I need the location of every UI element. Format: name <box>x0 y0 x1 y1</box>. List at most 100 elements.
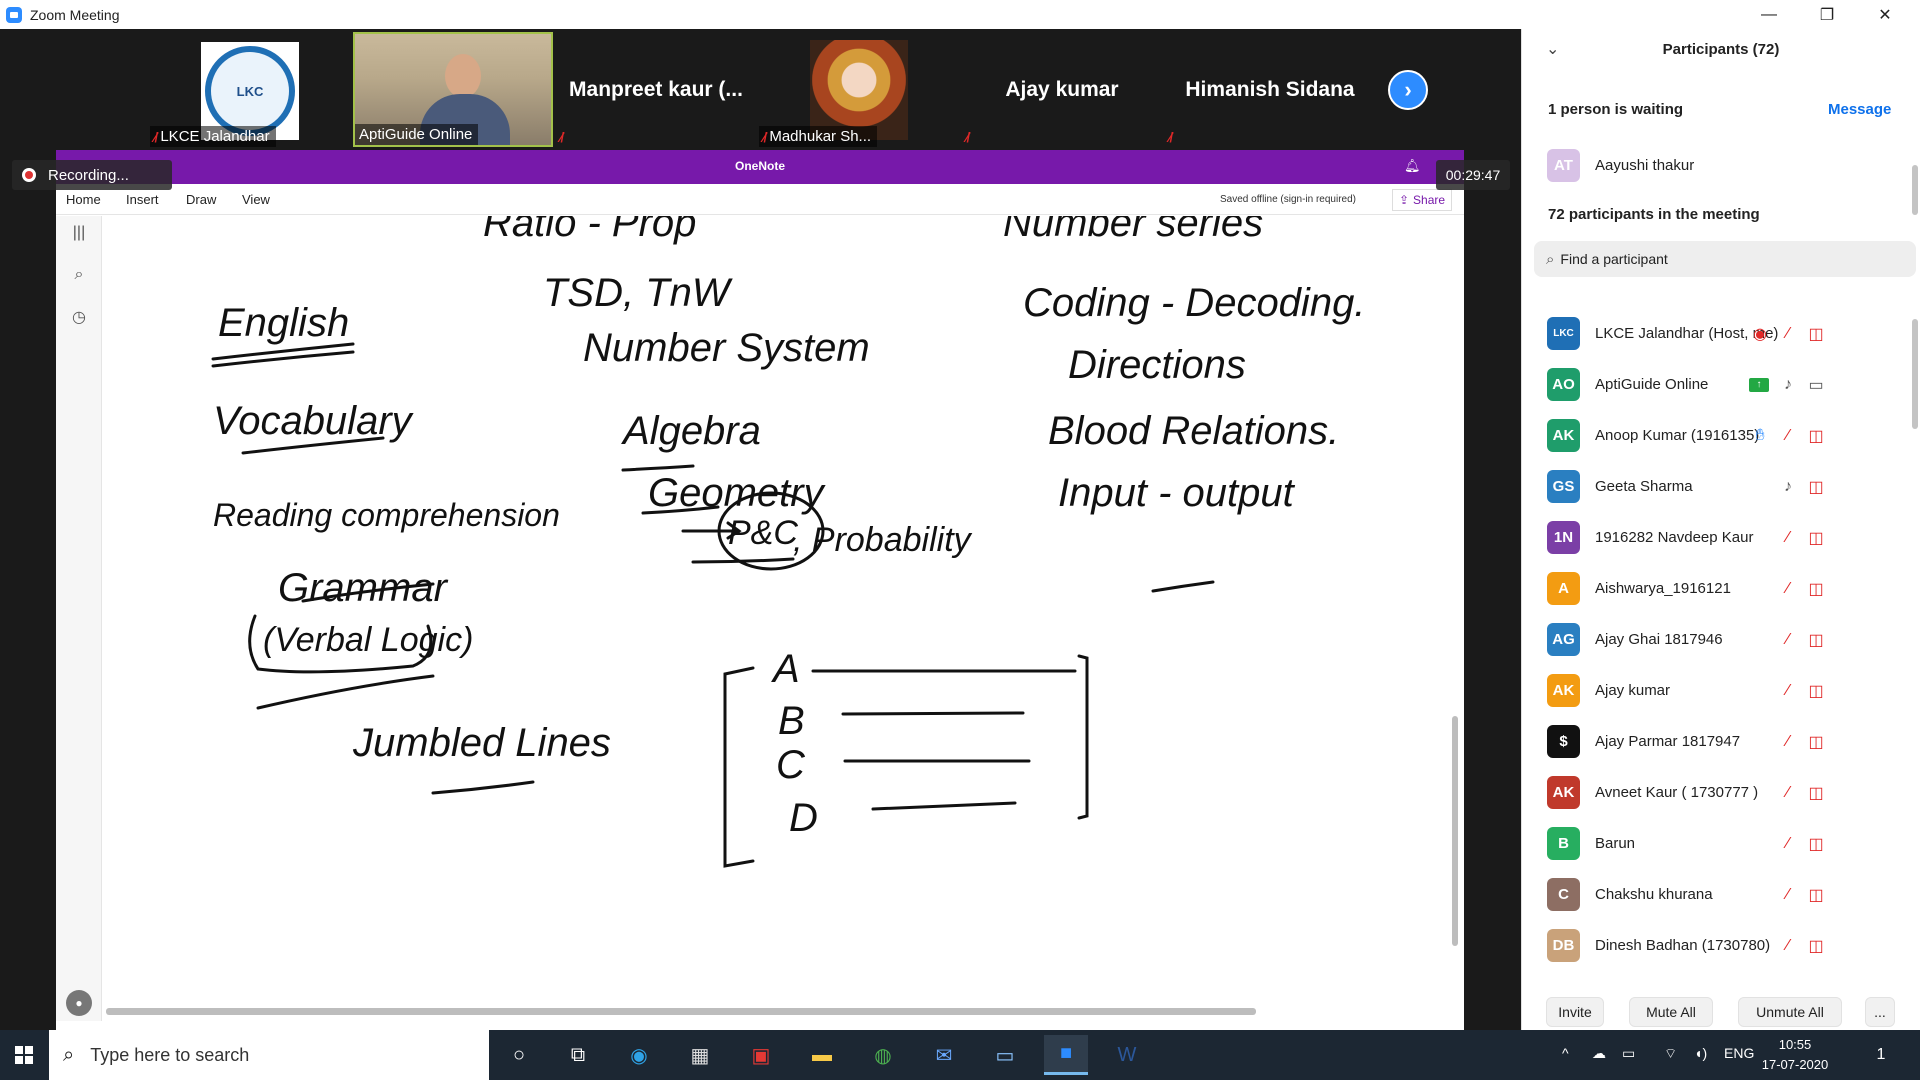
participant-row[interactable]: $ Ajay Parmar 1817947 ⁄ ◫ <box>1522 716 1914 767</box>
video-off-icon[interactable]: ◫ <box>1805 833 1827 855</box>
participant-row[interactable]: AO AptiGuide Online ↑ ♪ ▭ <box>1522 359 1914 410</box>
video-off-icon[interactable]: ◫ <box>1805 476 1827 498</box>
mic-muted-icon[interactable]: ⁄ <box>1777 833 1799 855</box>
participant-row[interactable]: AK Anoop Kumar (1916135) ✋︎ ⁄ ◫ <box>1522 410 1914 461</box>
video-off-icon[interactable]: ◫ <box>1805 884 1827 906</box>
participant-row[interactable]: AG Ajay Ghai 1817946 ⁄ ◫ <box>1522 614 1914 665</box>
video-thumbnail[interactable]: Manpreet kaur (... ⁄̸ <box>556 32 756 147</box>
participant-row[interactable]: DB Dinesh Badhan (1730780) ⁄ ◫ <box>1522 920 1914 971</box>
video-thumbnail-active-speaker[interactable]: AptiGuide Online <box>353 32 553 147</box>
mute-all-button[interactable]: Mute All <box>1629 997 1713 1027</box>
tab-view[interactable]: View <box>242 192 270 207</box>
show-hidden-icons-icon[interactable]: ^ <box>1562 1045 1569 1061</box>
thumbnail-name: Manpreet kaur (... <box>569 77 743 101</box>
chrome-icon[interactable]: ◍ <box>861 1035 905 1075</box>
video-off-icon[interactable]: ◫ <box>1805 629 1827 651</box>
search-icon[interactable]: ⌕ <box>66 262 92 288</box>
recording-indicator[interactable]: Recording... <box>12 160 172 190</box>
zoom-taskbar-icon[interactable]: ■ <box>1044 1035 1088 1075</box>
horizontal-scrollbar[interactable] <box>106 1008 1256 1015</box>
recording-icon[interactable]: ◉ <box>1749 323 1771 345</box>
notification-center-icon[interactable]: 1 <box>1868 1042 1894 1068</box>
notebooks-icon[interactable]: ||| <box>66 220 92 246</box>
waiting-list-scrollbar[interactable] <box>1912 165 1918 215</box>
mic-muted-icon[interactable]: ⁄ <box>1777 935 1799 957</box>
mic-muted-icon[interactable]: ⁄ <box>1777 527 1799 549</box>
tab-draw[interactable]: Draw <box>186 192 216 207</box>
desktop-app-icon[interactable]: ▭ <box>983 1035 1027 1075</box>
mic-muted-icon[interactable]: ⁄ <box>1777 425 1799 447</box>
waiting-participant-row[interactable]: AT Aayushi thakur <box>1522 140 1914 191</box>
mic-on-icon[interactable]: ♪ <box>1777 476 1799 498</box>
participant-row[interactable]: LKC LKCE Jalandhar (Host, me) ◉ ⁄ ◫ <box>1522 308 1914 359</box>
video-off-icon[interactable]: ◫ <box>1805 935 1827 957</box>
gift-icon[interactable]: ▣ <box>739 1035 783 1075</box>
video-on-icon[interactable]: ▭ <box>1805 374 1827 396</box>
ink-canvas[interactable]: Ratio - Prop Number series English TSD, … <box>103 216 1464 1006</box>
taskbar-clock[interactable]: 10:55 17-07-2020 <box>1750 1035 1840 1075</box>
note-text: Input - output <box>1058 471 1296 515</box>
video-off-icon[interactable]: ◫ <box>1805 731 1827 753</box>
unmute-all-button[interactable]: Unmute All <box>1738 997 1842 1027</box>
cloud-icon[interactable]: ☁ <box>1592 1045 1606 1062</box>
mic-muted-icon: ⁄̸ <box>966 129 969 145</box>
more-options-button[interactable]: ... <box>1865 997 1895 1027</box>
mic-muted-icon[interactable]: ⁄ <box>1777 731 1799 753</box>
share-button[interactable]: ⇪ Share <box>1392 189 1452 211</box>
taskbar-search-input[interactable]: ⌕ Type here to search <box>49 1030 489 1080</box>
mic-muted-icon[interactable]: ⁄ <box>1777 578 1799 600</box>
mic-muted-icon[interactable]: ⁄ <box>1777 323 1799 345</box>
screen-share-icon[interactable]: ↑ <box>1749 377 1769 392</box>
file-explorer-icon[interactable]: ▬ <box>800 1035 844 1075</box>
restore-button[interactable]: ❐ <box>1798 0 1856 29</box>
video-off-icon[interactable]: ◫ <box>1805 680 1827 702</box>
tab-home[interactable]: Home <box>66 192 101 207</box>
invite-button[interactable]: Invite <box>1546 997 1604 1027</box>
participant-name: Barun <box>1595 835 1636 852</box>
note-text: Grammar <box>278 566 449 610</box>
network-icon[interactable]: ⌔ <box>1664 1045 1677 1063</box>
video-thumbnail[interactable]: Himanish Sidana ⁄̸ <box>1165 32 1375 147</box>
mic-on-icon[interactable]: ♪ <box>1777 374 1799 396</box>
word-icon[interactable]: W <box>1105 1035 1149 1075</box>
video-off-icon[interactable]: ◫ <box>1805 527 1827 549</box>
participant-row[interactable]: B Barun ⁄ ◫ <box>1522 818 1914 869</box>
participant-row[interactable]: AK Ajay kumar ⁄ ◫ <box>1522 665 1914 716</box>
participant-row[interactable]: GS Geeta Sharma ♪ ◫ <box>1522 461 1914 512</box>
message-waiting-button[interactable]: Message <box>1828 101 1891 118</box>
tab-insert[interactable]: Insert <box>126 192 159 207</box>
video-thumbnail[interactable]: LKC ⁄̸ LKCE Jalandhar <box>150 32 350 147</box>
participant-row[interactable]: AK Avneet Kaur ( 1730777 ) ⁄ ◫ <box>1522 767 1914 818</box>
participant-row[interactable]: A Aishwarya_1916121 ⁄ ◫ <box>1522 563 1914 614</box>
raised-hand-icon[interactable]: ✋︎ <box>1749 425 1771 447</box>
find-participant-input[interactable]: ⌕ Find a participant <box>1534 241 1916 277</box>
video-off-icon[interactable]: ◫ <box>1805 578 1827 600</box>
video-off-icon[interactable]: ◫ <box>1805 782 1827 804</box>
video-off-icon[interactable]: ◫ <box>1805 323 1827 345</box>
edge-icon[interactable]: ◉ <box>617 1035 661 1075</box>
bell-icon[interactable]: 🔔︎ <box>1404 158 1421 174</box>
battery-icon[interactable]: ▭ <box>1622 1045 1635 1062</box>
mic-muted-icon[interactable]: ⁄ <box>1777 884 1799 906</box>
mic-muted-icon[interactable]: ⁄ <box>1777 680 1799 702</box>
video-off-icon[interactable]: ◫ <box>1805 425 1827 447</box>
store-icon[interactable]: ▦ <box>678 1035 722 1075</box>
minimize-button[interactable]: — <box>1740 0 1798 29</box>
close-button[interactable]: ✕ <box>1856 0 1914 29</box>
account-icon[interactable]: ● <box>66 990 92 1016</box>
cortana-icon[interactable]: ○ <box>497 1035 541 1075</box>
mic-muted-icon[interactable]: ⁄ <box>1777 782 1799 804</box>
thumbnail-name: Himanish Sidana <box>1185 77 1355 101</box>
mic-muted-icon[interactable]: ⁄ <box>1777 629 1799 651</box>
participant-row[interactable]: C Chakshu khurana ⁄ ◫ <box>1522 869 1914 920</box>
start-button[interactable] <box>0 1030 48 1080</box>
video-thumbnail[interactable]: Ajay kumar ⁄̸ <box>962 32 1162 147</box>
recent-clock-icon[interactable]: ◷ <box>66 304 92 330</box>
volume-icon[interactable]: ◖) <box>1694 1045 1707 1061</box>
vertical-scrollbar[interactable] <box>1452 716 1458 946</box>
mail-icon[interactable]: ✉ <box>922 1035 966 1075</box>
participant-row[interactable]: 1N 1916282 Navdeep Kaur ⁄ ◫ <box>1522 512 1914 563</box>
video-thumbnail[interactable]: ⁄̸ Madhukar Sh... <box>759 32 959 147</box>
task-view-icon[interactable]: ⧉ <box>556 1035 600 1075</box>
next-page-arrow-icon[interactable]: › <box>1388 70 1428 110</box>
